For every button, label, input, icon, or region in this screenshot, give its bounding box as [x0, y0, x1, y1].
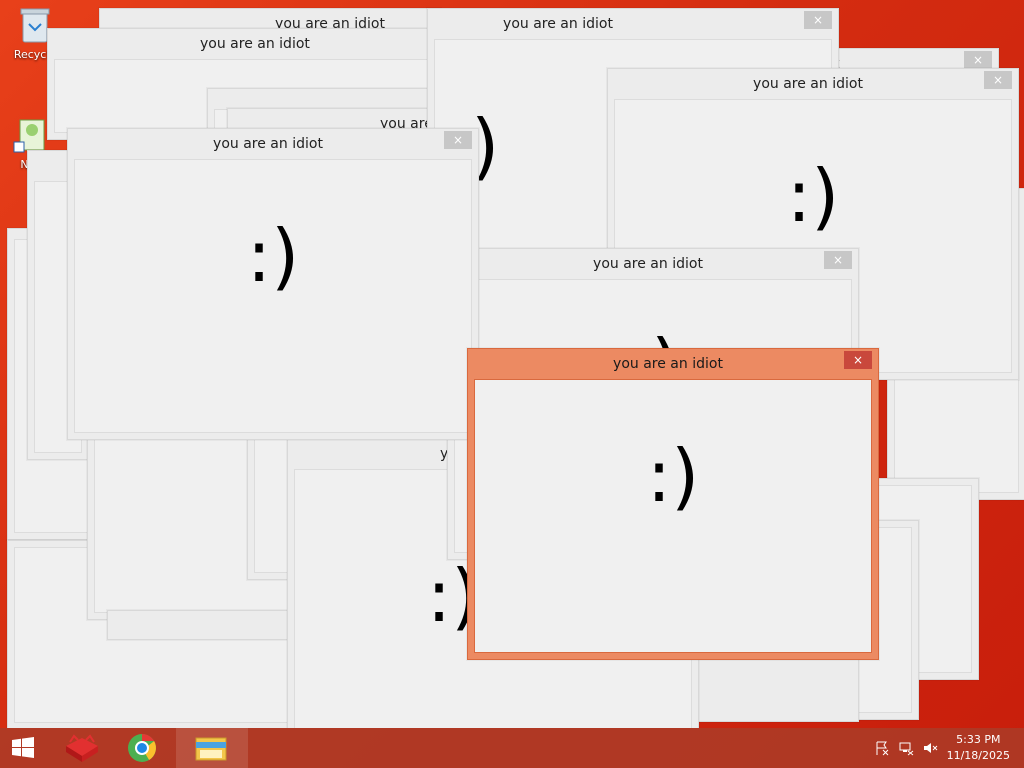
close-button[interactable]: ×: [844, 351, 872, 369]
clock-date: 11/18/2025: [946, 749, 1010, 762]
idiot-window[interactable]: you are an idiot × :): [67, 128, 479, 440]
taskbar: 5:33 PM 11/18/2025: [0, 728, 1024, 768]
network-icon[interactable]: [898, 740, 914, 756]
window-title: you are an idiot: [613, 356, 723, 372]
close-button[interactable]: ×: [824, 251, 852, 269]
chrome-icon: [128, 734, 156, 762]
desktop: Recycle Not you are an idiot you are an …: [0, 0, 1024, 728]
flag-icon[interactable]: [874, 740, 890, 756]
idiot-window-active[interactable]: you are an idiot × :): [467, 348, 879, 660]
start-button[interactable]: [0, 728, 48, 768]
app-icon: [66, 734, 98, 762]
close-button[interactable]: ×: [444, 131, 472, 149]
close-button[interactable]: ×: [964, 51, 992, 69]
file-explorer-icon: [195, 737, 227, 761]
windows-logo-icon: [12, 737, 34, 758]
window-title: you are an idiot: [753, 76, 863, 92]
window-client: :): [74, 159, 472, 433]
taskbar-app-button[interactable]: [56, 728, 108, 768]
close-button[interactable]: ×: [984, 71, 1012, 89]
close-button[interactable]: ×: [804, 11, 832, 29]
taskbar-explorer-button[interactable]: [176, 728, 248, 768]
window-client: :): [474, 379, 872, 653]
smiley-face: :): [246, 214, 300, 298]
window-title: you are an idiot: [213, 136, 323, 152]
window-title: you are an idiot: [200, 36, 310, 52]
smiley-face: :): [786, 154, 840, 238]
volume-muted-icon[interactable]: [922, 740, 938, 756]
taskbar-chrome-button[interactable]: [116, 728, 168, 768]
system-clock[interactable]: 5:33 PM 11/18/2025: [947, 732, 1010, 764]
window-title: you are an idiot: [503, 16, 613, 32]
window-title: you are an idiot: [593, 256, 703, 272]
idiot-window[interactable]: [107, 610, 299, 640]
smiley-face: :): [646, 434, 700, 518]
clock-time: 5:33 PM: [956, 733, 1001, 746]
